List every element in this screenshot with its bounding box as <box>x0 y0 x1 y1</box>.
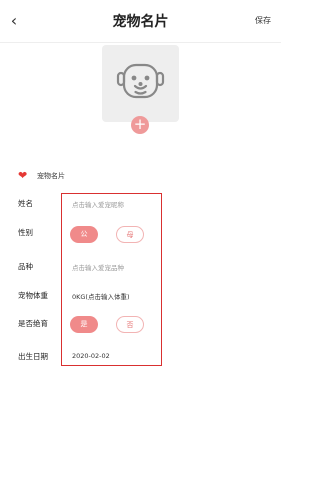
weight-label: 宠物体重 <box>18 291 48 300</box>
breed-label: 品种 <box>18 262 33 271</box>
neutered-option-yes[interactable]: 是 <box>70 316 98 333</box>
neutered-option-no[interactable]: 否 <box>116 316 144 333</box>
plus-icon: + <box>133 115 147 133</box>
heart-icon: ❤ <box>18 169 28 182</box>
pet-avatar[interactable] <box>102 45 179 122</box>
name-input[interactable]: 点击输入爱宠昵称 <box>72 199 124 209</box>
highlight-box <box>61 193 162 366</box>
weight-input[interactable]: 0KG(点击输入体重) <box>72 291 130 301</box>
header-divider <box>0 42 281 43</box>
add-photo-button[interactable]: + <box>131 116 149 134</box>
save-button[interactable]: 保存 <box>255 15 271 26</box>
name-label: 姓名 <box>18 199 33 208</box>
birthday-label: 出生日期 <box>18 352 48 361</box>
birthday-picker[interactable]: 2020-02-02 <box>72 352 110 360</box>
neutered-label: 是否绝育 <box>18 319 48 328</box>
gender-label: 性别 <box>18 228 33 237</box>
gender-option-male[interactable]: 公 <box>70 226 98 243</box>
section-title: 宠物名片 <box>37 172 65 180</box>
page-title: 宠物名片 <box>112 14 169 30</box>
top-bar: ‹ 宠物名片 保存 <box>0 0 281 42</box>
breed-input[interactable]: 点击输入爱宠品种 <box>72 262 124 272</box>
dog-face-icon <box>116 63 165 99</box>
gender-option-female[interactable]: 母 <box>116 226 144 243</box>
